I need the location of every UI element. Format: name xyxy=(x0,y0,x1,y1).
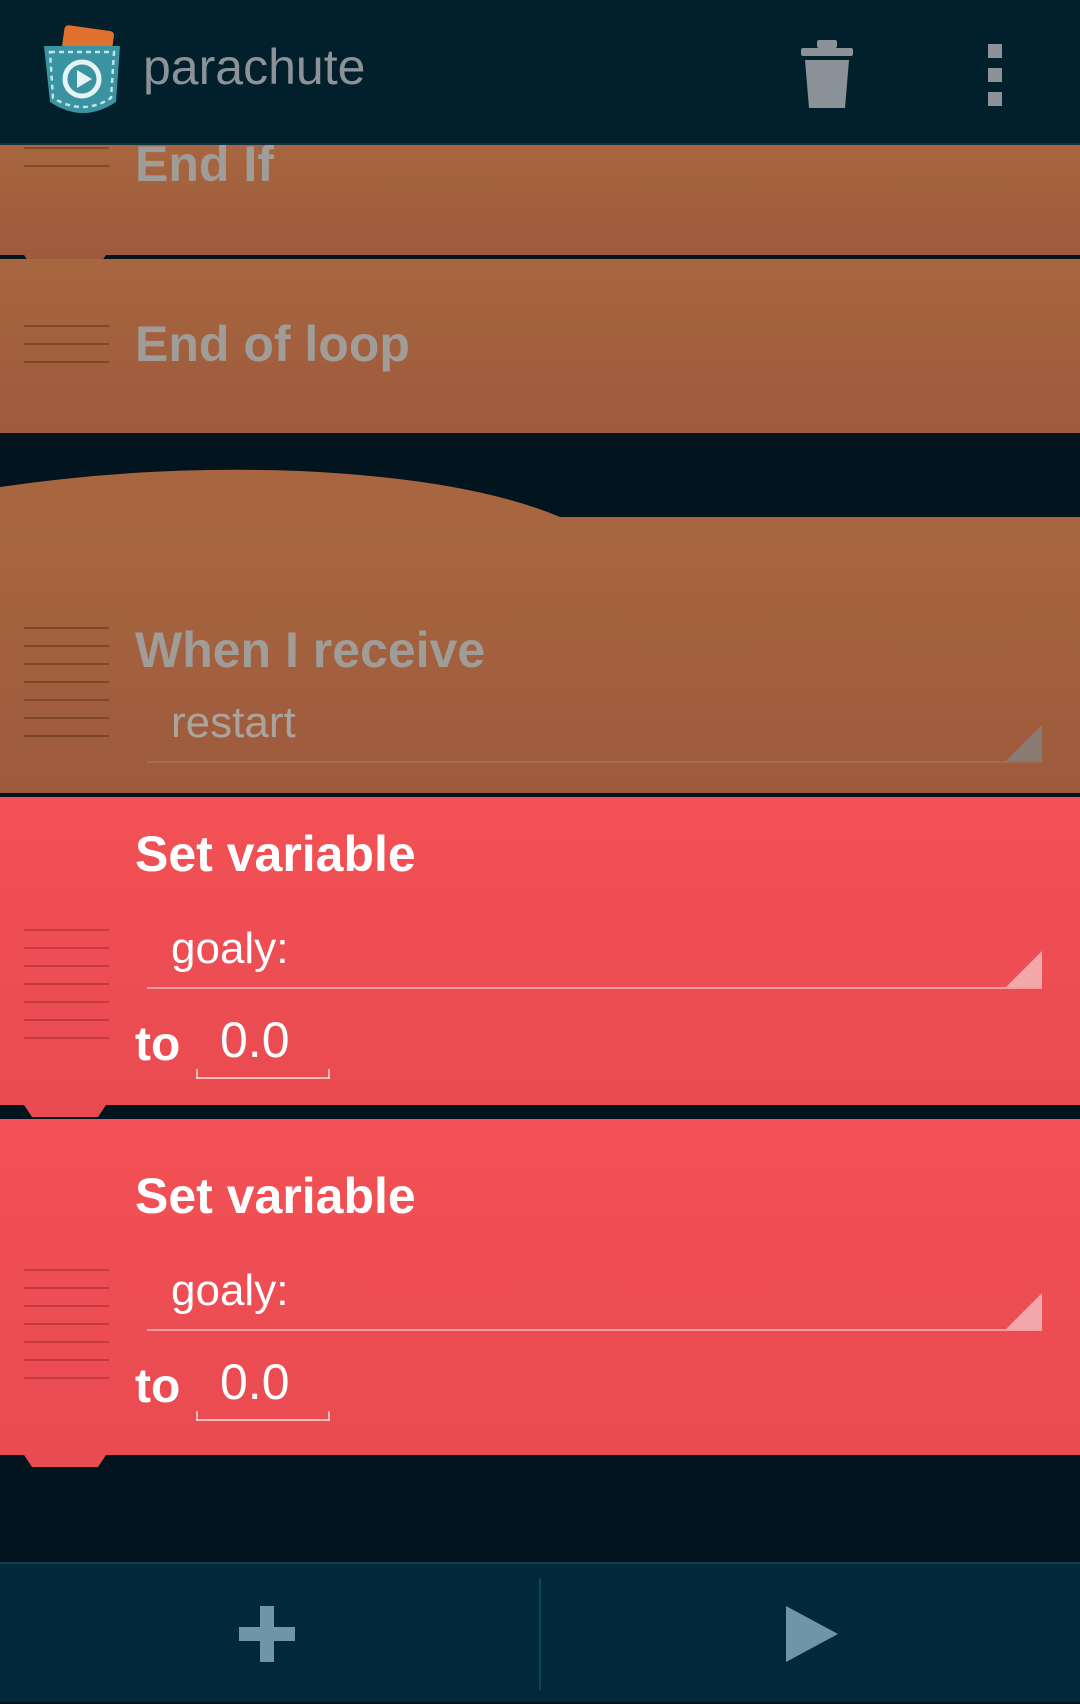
end-of-loop-brick[interactable]: End of loop xyxy=(0,259,1080,433)
play-icon xyxy=(786,1606,838,1662)
value-field[interactable]: 0.0 xyxy=(196,1015,330,1079)
message-spinner[interactable]: restart xyxy=(147,693,1042,763)
app-title: parachute xyxy=(143,39,366,95)
dropdown-arrow-icon xyxy=(1006,951,1042,987)
spinner-value: goaly: xyxy=(171,1266,289,1315)
drag-handle-icon[interactable] xyxy=(24,627,109,753)
drag-handle-icon[interactable] xyxy=(24,325,109,379)
variable-spinner[interactable]: goaly: xyxy=(147,919,1042,989)
brick-title: When I receive xyxy=(135,622,486,678)
brick-title: End of loop xyxy=(135,316,410,372)
play-button[interactable] xyxy=(541,1564,1080,1704)
dropdown-arrow-icon xyxy=(1006,725,1042,761)
add-brick-button[interactable] xyxy=(0,1564,539,1704)
brick-connector xyxy=(24,1455,106,1467)
spinner-value: goaly: xyxy=(171,924,289,973)
to-label: to xyxy=(135,1018,181,1071)
script-brick-list[interactable]: End If End of loop When I receive restar… xyxy=(0,145,1080,1562)
brick-title: Set variable xyxy=(135,1168,416,1224)
app-logo-icon[interactable] xyxy=(40,24,126,122)
when-i-receive-brick[interactable]: When I receive restart xyxy=(0,527,1080,793)
drag-handle-icon[interactable] xyxy=(24,147,109,183)
brick-title: End If xyxy=(135,145,274,192)
brick-connector xyxy=(24,1105,106,1117)
trash-icon[interactable] xyxy=(797,38,857,110)
value-field[interactable]: 0.0 xyxy=(196,1357,330,1421)
drag-handle-icon[interactable] xyxy=(24,929,109,1055)
action-bar: parachute xyxy=(0,0,1080,145)
more-vert-icon[interactable] xyxy=(985,44,1007,106)
dropdown-arrow-icon xyxy=(1006,1293,1042,1329)
end-if-brick[interactable]: End If xyxy=(0,145,1080,255)
set-variable-brick[interactable]: Set variable goaly: to 0.0 xyxy=(0,797,1080,1105)
value-text: 0.0 xyxy=(220,1012,290,1068)
bottom-bar xyxy=(0,1562,1080,1702)
hat-brick-shape xyxy=(0,469,1080,529)
set-variable-brick[interactable]: Set variable goaly: to 0.0 xyxy=(0,1119,1080,1455)
variable-spinner[interactable]: goaly: xyxy=(147,1261,1042,1331)
drag-handle-icon[interactable] xyxy=(24,1269,109,1395)
brick-title: Set variable xyxy=(135,826,416,882)
spinner-value: restart xyxy=(171,698,296,747)
value-text: 0.0 xyxy=(220,1354,290,1410)
to-label: to xyxy=(135,1360,181,1413)
plus-icon xyxy=(239,1606,295,1662)
